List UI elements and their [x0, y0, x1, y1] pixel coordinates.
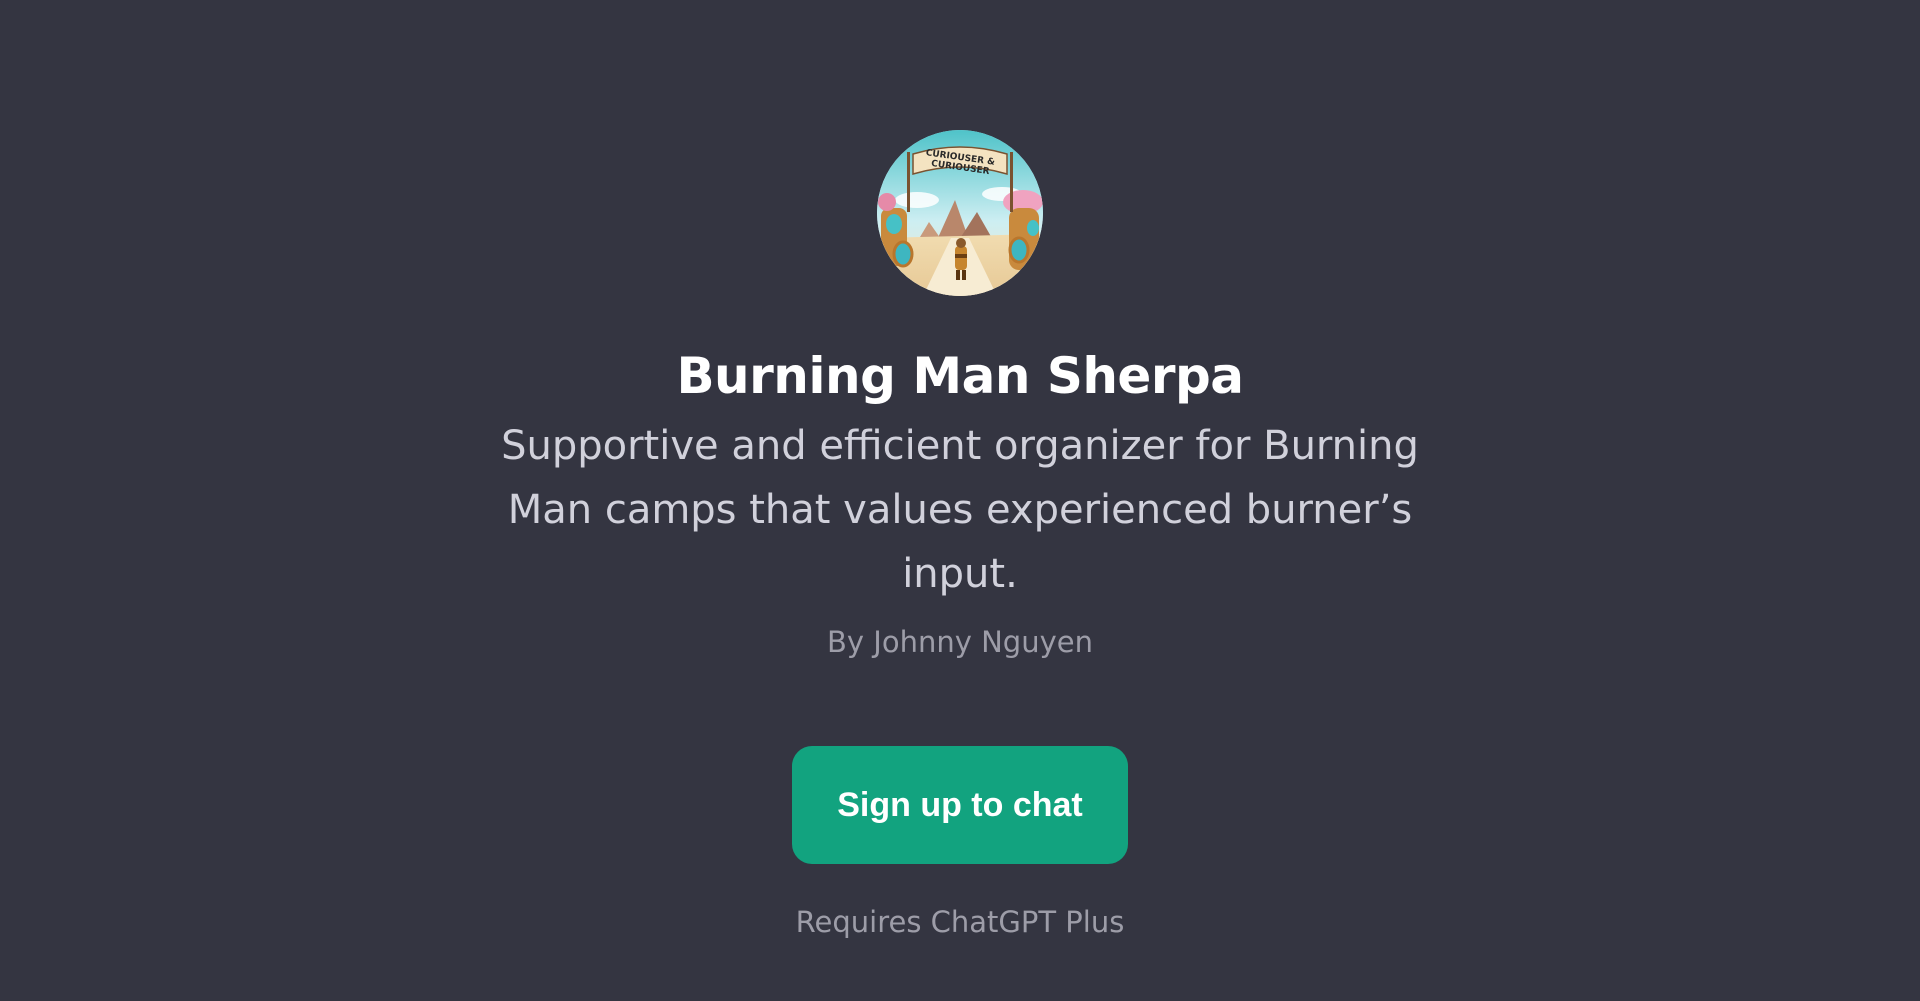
gpt-avatar: CURIOUSER & CURIOUSER [877, 130, 1043, 296]
gpt-author: By Johnny Nguyen [827, 625, 1093, 659]
gpt-description: Supportive and efficient organizer for B… [501, 423, 1419, 597]
sign-up-to-chat-button[interactable]: Sign up to chat [792, 746, 1128, 864]
gpt-landing-page: CURIOUSER & CURIOUSER Burning Man Sherpa… [0, 0, 1920, 1001]
avatar-illustration: CURIOUSER & CURIOUSER [877, 130, 1043, 296]
gpt-title: Burning Man Sherpa [676, 347, 1244, 405]
plan-requirement-note: Requires ChatGPT Plus [795, 905, 1125, 939]
